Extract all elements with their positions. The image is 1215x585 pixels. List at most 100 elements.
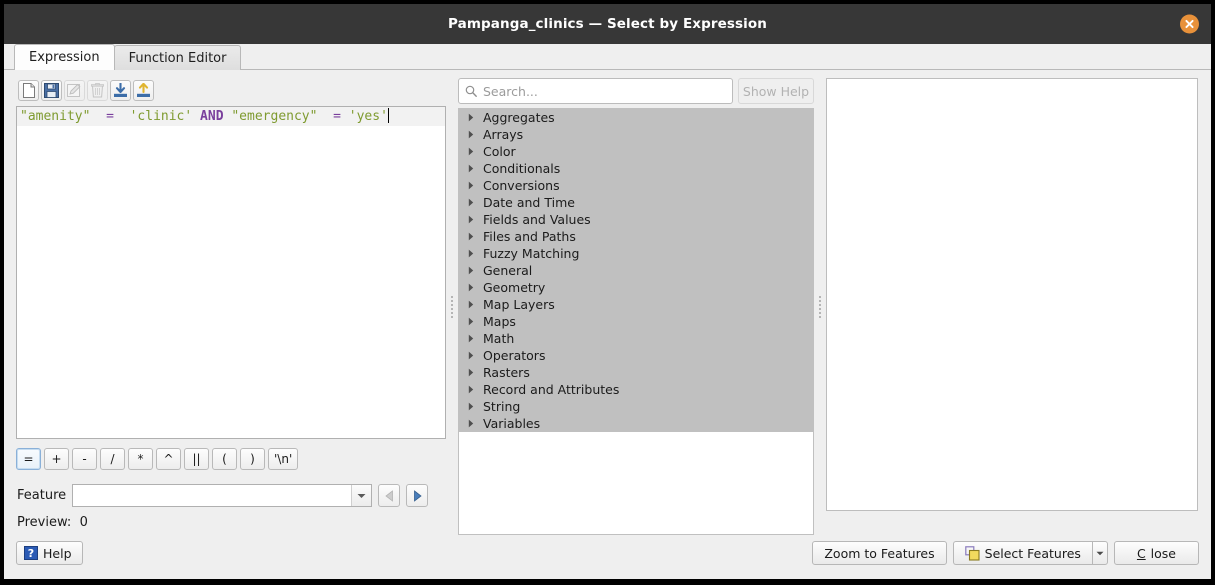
zoom-to-features-button[interactable]: Zoom to Features <box>812 541 946 565</box>
feature-combo-box[interactable] <box>72 484 372 507</box>
tree-item[interactable]: Rasters <box>459 364 813 381</box>
tree-item[interactable]: Math <box>459 330 813 347</box>
select-features-group: Select Features <box>953 541 1108 565</box>
tree-item[interactable]: Fields and Values <box>459 211 813 228</box>
chevron-right-icon[interactable] <box>462 113 480 122</box>
tree-item[interactable]: Arrays <box>459 126 813 143</box>
triangle-right-icon <box>412 490 423 502</box>
preview-label: Preview: <box>17 515 71 530</box>
tree-item[interactable]: Geometry <box>459 279 813 296</box>
chevron-right-icon[interactable] <box>462 249 480 258</box>
chevron-right-icon[interactable] <box>462 419 480 428</box>
help-pane <box>826 78 1201 535</box>
operator-button-power[interactable]: ^ <box>156 448 181 470</box>
import-expressions-button[interactable] <box>110 80 131 101</box>
tree-item-label: Conversions <box>480 178 560 193</box>
splitter-left[interactable] <box>446 78 458 535</box>
edit-expression-icon <box>67 83 82 98</box>
tree-item[interactable]: Conversions <box>459 177 813 194</box>
search-input[interactable]: Search... <box>458 78 733 104</box>
chevron-right-icon[interactable] <box>462 402 480 411</box>
chevron-right-icon[interactable] <box>462 181 480 190</box>
close-dialog-button[interactable]: Close <box>1114 541 1199 565</box>
operator-button-minus[interactable]: - <box>72 448 97 470</box>
expression-text-editor[interactable]: "amenity" = 'clinic' AND "emergency" = '… <box>16 106 446 439</box>
chevron-right-icon[interactable] <box>462 130 480 139</box>
chevron-right-icon[interactable] <box>462 334 480 343</box>
expr-token-keyword-and: AND <box>200 109 223 124</box>
tree-item-label: Fuzzy Matching <box>480 246 579 261</box>
chevron-right-icon[interactable] <box>462 351 480 360</box>
expression-current-line: "amenity" = 'clinic' AND "emergency" = '… <box>17 107 445 126</box>
tree-item[interactable]: Variables <box>459 415 813 432</box>
select-features-button[interactable]: Select Features <box>953 541 1092 565</box>
chevron-right-icon[interactable] <box>462 385 480 394</box>
tree-item-label: Math <box>480 331 514 346</box>
chevron-right-icon[interactable] <box>462 283 480 292</box>
chevron-right-icon[interactable] <box>462 368 480 377</box>
edit-expression-button <box>64 80 85 101</box>
tree-item[interactable]: Date and Time <box>459 194 813 211</box>
tree-item[interactable]: Map Layers <box>459 296 813 313</box>
help-question-icon: ? <box>24 546 38 560</box>
select-by-expression-dialog: Pampanga_clinics — Select by Expression … <box>4 4 1211 579</box>
function-help-panel <box>826 78 1198 511</box>
title-bar: Pampanga_clinics — Select by Expression <box>4 4 1211 44</box>
show-help-button: Show Help <box>738 78 814 104</box>
operator-button-close-paren[interactable]: ) <box>240 448 265 470</box>
tree-item-label: Conditionals <box>480 161 560 176</box>
operator-button-multiply[interactable]: * <box>128 448 153 470</box>
operator-button-concat[interactable]: || <box>184 448 209 470</box>
chevron-right-icon[interactable] <box>462 215 480 224</box>
operator-button-newline[interactable]: '\n' <box>268 448 298 470</box>
operator-button-plus[interactable]: + <box>44 448 69 470</box>
tree-item[interactable]: Aggregates <box>459 109 813 126</box>
search-icon <box>465 85 477 97</box>
tab-function-editor-label: Function Editor <box>129 51 227 66</box>
tree-item-label: Aggregates <box>480 110 555 125</box>
feature-label: Feature <box>17 488 66 503</box>
tree-item[interactable]: Conditionals <box>459 160 813 177</box>
select-features-icon <box>965 546 980 561</box>
tree-item[interactable]: General <box>459 262 813 279</box>
operator-button-divide[interactable]: / <box>100 448 125 470</box>
new-expression-button[interactable] <box>18 80 39 101</box>
tree-item[interactable]: Fuzzy Matching <box>459 245 813 262</box>
previous-feature-button[interactable] <box>378 484 400 507</box>
close-button-label: lose <box>1151 546 1176 561</box>
save-expression-button[interactable] <box>41 80 62 101</box>
operator-buttons-row: = + - / * ^ || ( ) '\n' <box>14 439 446 475</box>
tree-item-label: Geometry <box>480 280 545 295</box>
function-category-tree[interactable]: AggregatesArraysColor Conditionals Convers… <box>458 108 814 535</box>
tab-expression[interactable]: Expression <box>14 44 115 70</box>
chevron-right-icon[interactable] <box>462 266 480 275</box>
preview-row: Preview: 0 <box>14 509 446 535</box>
chevron-right-icon[interactable] <box>462 300 480 309</box>
tree-item[interactable]: String <box>459 398 813 415</box>
chevron-right-icon[interactable] <box>462 317 480 326</box>
chevron-right-icon[interactable] <box>462 232 480 241</box>
export-expressions-button[interactable] <box>133 80 154 101</box>
tree-item[interactable]: Color <box>459 143 813 160</box>
next-feature-button[interactable] <box>406 484 428 507</box>
expr-token-space-1 <box>192 109 200 124</box>
tree-item-label: String <box>480 399 520 414</box>
search-row: Search... Show Help <box>458 78 814 104</box>
chevron-right-icon[interactable] <box>462 198 480 207</box>
help-button[interactable]: ? Help <box>16 541 83 565</box>
splitter-right[interactable] <box>814 78 826 535</box>
tree-item[interactable]: Record and Attributes <box>459 381 813 398</box>
window-title: Pampanga_clinics — Select by Expression <box>448 16 767 32</box>
select-features-dropdown-button[interactable] <box>1092 541 1108 565</box>
chevron-right-icon[interactable] <box>462 164 480 173</box>
tree-item-label: Color <box>480 144 516 159</box>
tree-item[interactable]: Operators <box>459 347 813 364</box>
tab-function-editor[interactable]: Function Editor <box>114 45 242 70</box>
operator-button-open-paren[interactable]: ( <box>212 448 237 470</box>
operator-button-equals[interactable]: = <box>16 448 41 470</box>
chevron-right-icon[interactable] <box>462 147 480 156</box>
delete-expression-icon <box>91 83 104 98</box>
tree-item[interactable]: Maps <box>459 313 813 330</box>
tree-item[interactable]: Files and Paths <box>459 228 813 245</box>
window-close-button[interactable] <box>1180 15 1199 34</box>
